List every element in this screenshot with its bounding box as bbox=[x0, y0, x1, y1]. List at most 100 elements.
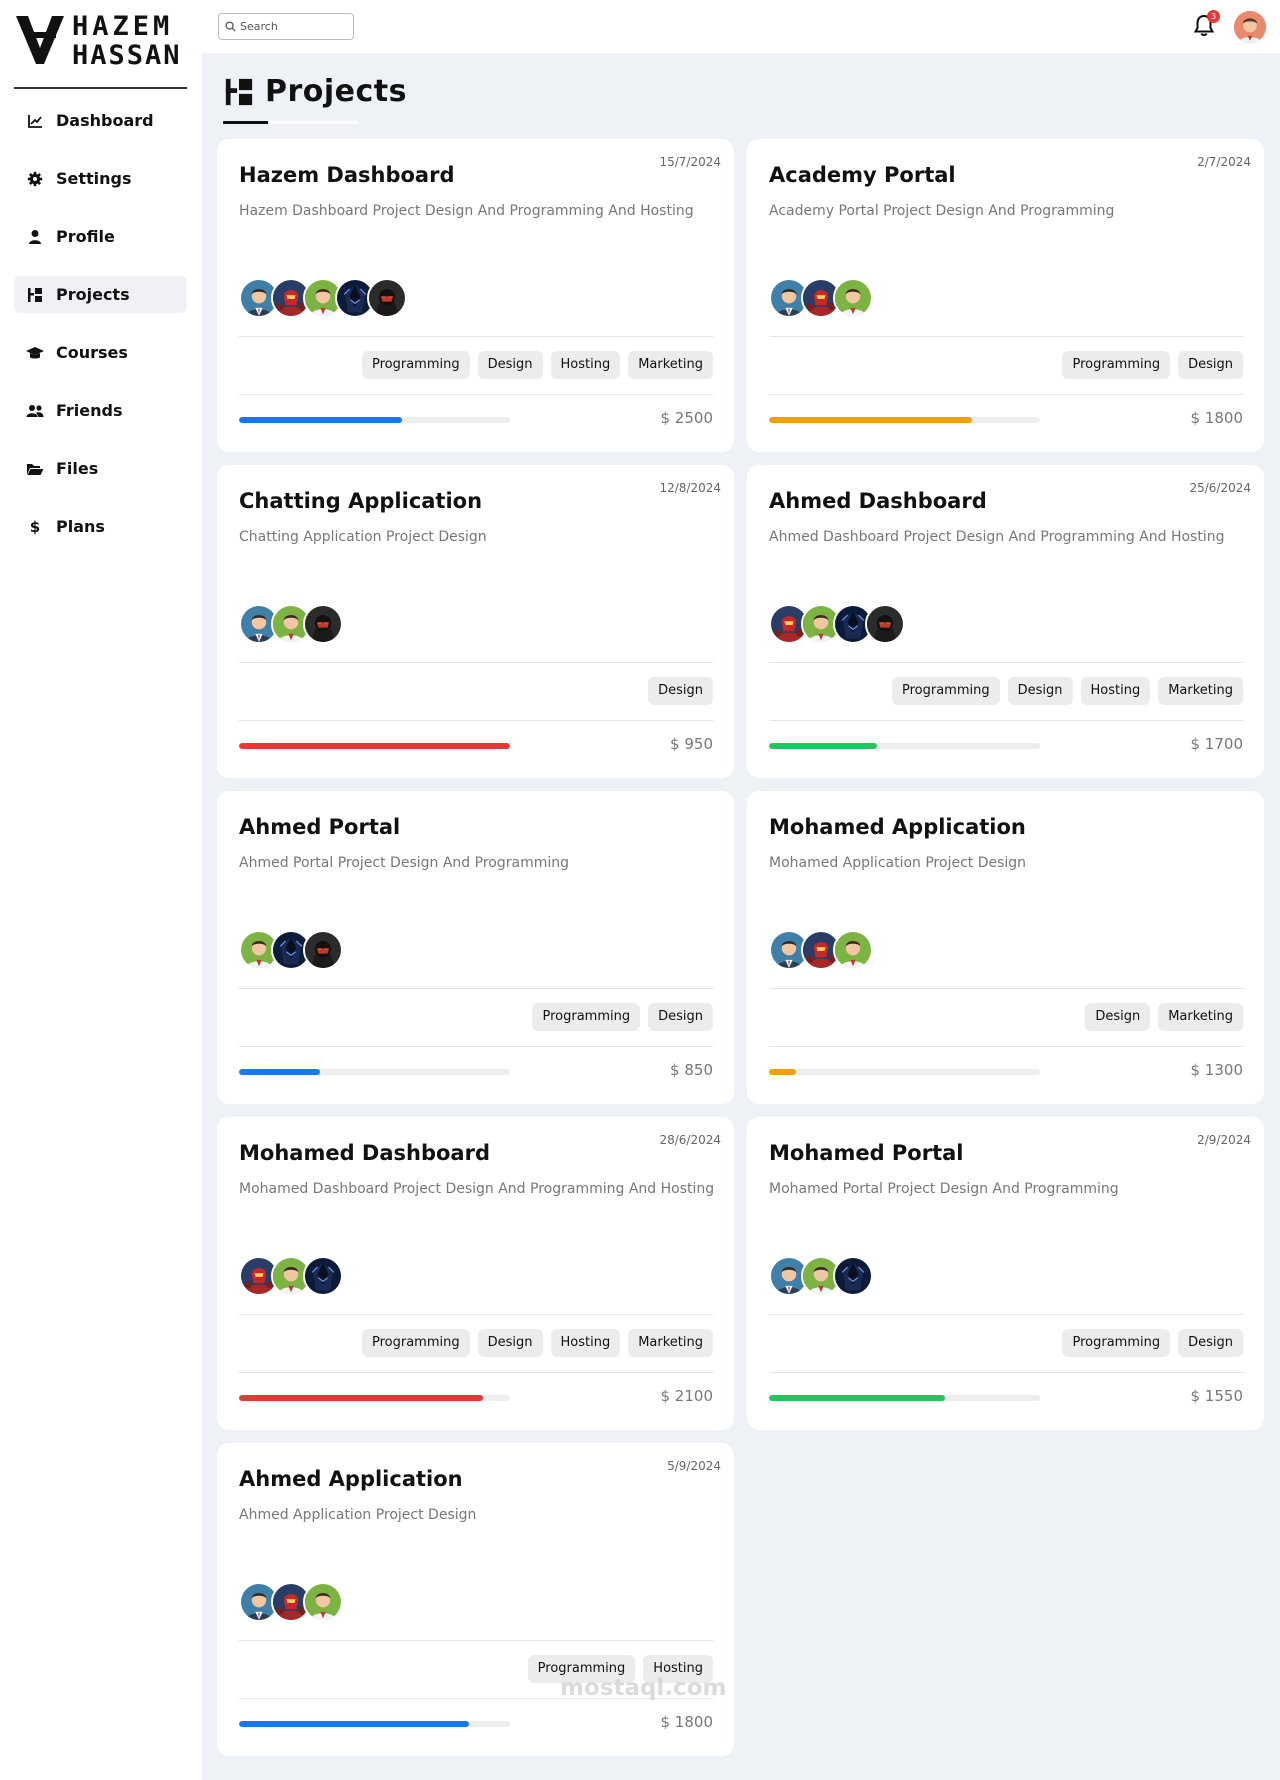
project-title[interactable]: Mohamed Portal bbox=[769, 1141, 964, 1165]
project-progress-bar bbox=[239, 1069, 510, 1075]
progress-fill bbox=[239, 1395, 483, 1401]
team-avatars bbox=[239, 1256, 343, 1296]
project-title[interactable]: Mohamed Dashboard bbox=[239, 1141, 490, 1165]
sidebar-item-label: Courses bbox=[56, 343, 128, 362]
divider bbox=[769, 336, 1243, 337]
progress-fill bbox=[239, 1069, 321, 1075]
progress-fill bbox=[239, 743, 510, 749]
divider bbox=[239, 720, 713, 721]
project-card[interactable]: 25/6/2024 Ahmed Dashboard Ahmed Dashboar… bbox=[747, 465, 1264, 778]
project-card[interactable]: 12/8/2024 Chatting Application Chatting … bbox=[217, 465, 734, 778]
divider bbox=[769, 988, 1243, 989]
project-tag[interactable]: Programming bbox=[532, 1003, 641, 1031]
project-card[interactable]: 2/7/2024 Academy Portal Academy Portal P… bbox=[747, 139, 1264, 452]
folder-open-icon bbox=[26, 460, 44, 478]
project-title[interactable]: Ahmed Application bbox=[239, 1467, 463, 1491]
project-tag[interactable]: Design bbox=[648, 677, 713, 705]
project-tag[interactable]: Design bbox=[1178, 1329, 1243, 1357]
project-tag[interactable]: Design bbox=[1007, 677, 1073, 705]
project-progress-bar bbox=[239, 417, 510, 423]
member-avatar[interactable] bbox=[865, 604, 905, 644]
project-description: Ahmed Dashboard Project Design And Progr… bbox=[769, 529, 1225, 545]
project-progress-bar bbox=[239, 1721, 510, 1727]
project-tags: Programming Design Hosting Marketing bbox=[891, 677, 1243, 705]
project-price: $ 1550 bbox=[1190, 1387, 1244, 1405]
project-title[interactable]: Chatting Application bbox=[239, 489, 482, 513]
member-avatar[interactable] bbox=[833, 1256, 873, 1296]
project-description: Mohamed Application Project Design bbox=[769, 855, 1027, 871]
project-tag[interactable]: Programming bbox=[1062, 351, 1171, 379]
project-tag[interactable]: Programming bbox=[1062, 1329, 1171, 1357]
graduation-cap-icon bbox=[26, 344, 44, 362]
member-avatar[interactable] bbox=[303, 1256, 343, 1296]
project-card[interactable]: 28/6/2024 Mohamed Dashboard Mohamed Dash… bbox=[217, 1117, 734, 1430]
project-price: $ 1800 bbox=[1190, 409, 1244, 427]
sidebar-item-dashboard[interactable]: Dashboard bbox=[14, 102, 187, 139]
sidebar-item-courses[interactable]: Courses bbox=[14, 334, 187, 371]
team-avatars bbox=[239, 604, 343, 644]
sidebar-item-settings[interactable]: Settings bbox=[14, 160, 187, 197]
project-tag[interactable]: Design bbox=[1178, 351, 1243, 379]
project-tag[interactable]: Hosting bbox=[550, 351, 621, 379]
top-header: 3 bbox=[202, 0, 1280, 53]
search-box[interactable] bbox=[218, 13, 354, 40]
member-avatar[interactable] bbox=[833, 278, 873, 318]
team-avatars bbox=[769, 278, 873, 318]
brand-logo[interactable]: HAZEM HASSAN bbox=[14, 12, 189, 70]
project-tag[interactable]: Design bbox=[1085, 1003, 1151, 1031]
project-price: $ 1700 bbox=[1190, 735, 1244, 753]
title-underline bbox=[223, 121, 268, 124]
divider bbox=[239, 1314, 713, 1315]
project-description: Academy Portal Project Design And Progra… bbox=[769, 203, 1115, 219]
users-icon bbox=[26, 402, 44, 420]
sidebar-item-projects[interactable]: Projects bbox=[14, 276, 187, 313]
member-avatar[interactable] bbox=[303, 930, 343, 970]
project-card[interactable]: 2/9/2024 Mohamed Portal Mohamed Portal P… bbox=[747, 1117, 1264, 1430]
project-card[interactable]: 15/7/2024 Hazem Dashboard Hazem Dashboar… bbox=[217, 139, 734, 452]
project-price: $ 1300 bbox=[1190, 1061, 1244, 1079]
member-avatar[interactable] bbox=[303, 1582, 343, 1622]
divider bbox=[239, 1640, 713, 1641]
sidebar-item-friends[interactable]: Friends bbox=[14, 392, 187, 429]
project-tag[interactable]: Hosting bbox=[550, 1329, 621, 1357]
project-title[interactable]: Mohamed Application bbox=[769, 815, 1026, 839]
project-title[interactable]: Ahmed Portal bbox=[239, 815, 400, 839]
project-tag[interactable]: Programming bbox=[891, 677, 1000, 705]
project-card[interactable]: 5/9/2024 Ahmed Application Ahmed Applica… bbox=[217, 1443, 734, 1756]
divider bbox=[769, 1372, 1243, 1373]
sidebar-nav: Dashboard Settings Profile Projects Cour… bbox=[14, 102, 187, 566]
member-avatar[interactable] bbox=[833, 930, 873, 970]
member-avatar[interactable] bbox=[303, 604, 343, 644]
project-tag[interactable]: Marketing bbox=[628, 1329, 713, 1357]
project-tag[interactable]: Design bbox=[477, 1329, 543, 1357]
project-tag[interactable]: Programming bbox=[361, 351, 470, 379]
sidebar-item-label: Settings bbox=[56, 169, 132, 188]
project-progress-bar bbox=[239, 1395, 510, 1401]
project-card[interactable]: Ahmed Portal Ahmed Portal Project Design… bbox=[217, 791, 734, 1104]
project-progress-bar bbox=[239, 743, 510, 749]
sidebar-item-label: Plans bbox=[56, 517, 105, 536]
divider bbox=[239, 1046, 713, 1047]
project-tag[interactable]: Hosting bbox=[1080, 677, 1151, 705]
progress-fill bbox=[239, 1721, 470, 1727]
member-avatar[interactable] bbox=[367, 278, 407, 318]
project-tag[interactable]: Marketing bbox=[628, 351, 713, 379]
sidebar-item-profile[interactable]: Profile bbox=[14, 218, 187, 255]
project-title[interactable]: Academy Portal bbox=[769, 163, 956, 187]
project-title[interactable]: Ahmed Dashboard bbox=[769, 489, 987, 513]
logo-mark-icon bbox=[16, 16, 64, 64]
project-card[interactable]: Mohamed Application Mohamed Application … bbox=[747, 791, 1264, 1104]
project-tag[interactable]: Design bbox=[648, 1003, 713, 1031]
project-tag[interactable]: Marketing bbox=[1158, 1003, 1243, 1031]
project-tag[interactable]: Design bbox=[477, 351, 543, 379]
project-title[interactable]: Hazem Dashboard bbox=[239, 163, 454, 187]
project-tags: Programming Design Hosting Marketing bbox=[361, 1329, 713, 1357]
sidebar-item-plans[interactable]: $ Plans bbox=[14, 508, 187, 545]
project-tag[interactable]: Programming bbox=[361, 1329, 470, 1357]
user-avatar[interactable] bbox=[1234, 11, 1266, 43]
project-price: $ 850 bbox=[670, 1061, 713, 1079]
search-input[interactable] bbox=[240, 20, 350, 33]
sidebar-item-files[interactable]: Files bbox=[14, 450, 187, 487]
project-tag[interactable]: Marketing bbox=[1158, 677, 1243, 705]
divider bbox=[239, 1372, 713, 1373]
